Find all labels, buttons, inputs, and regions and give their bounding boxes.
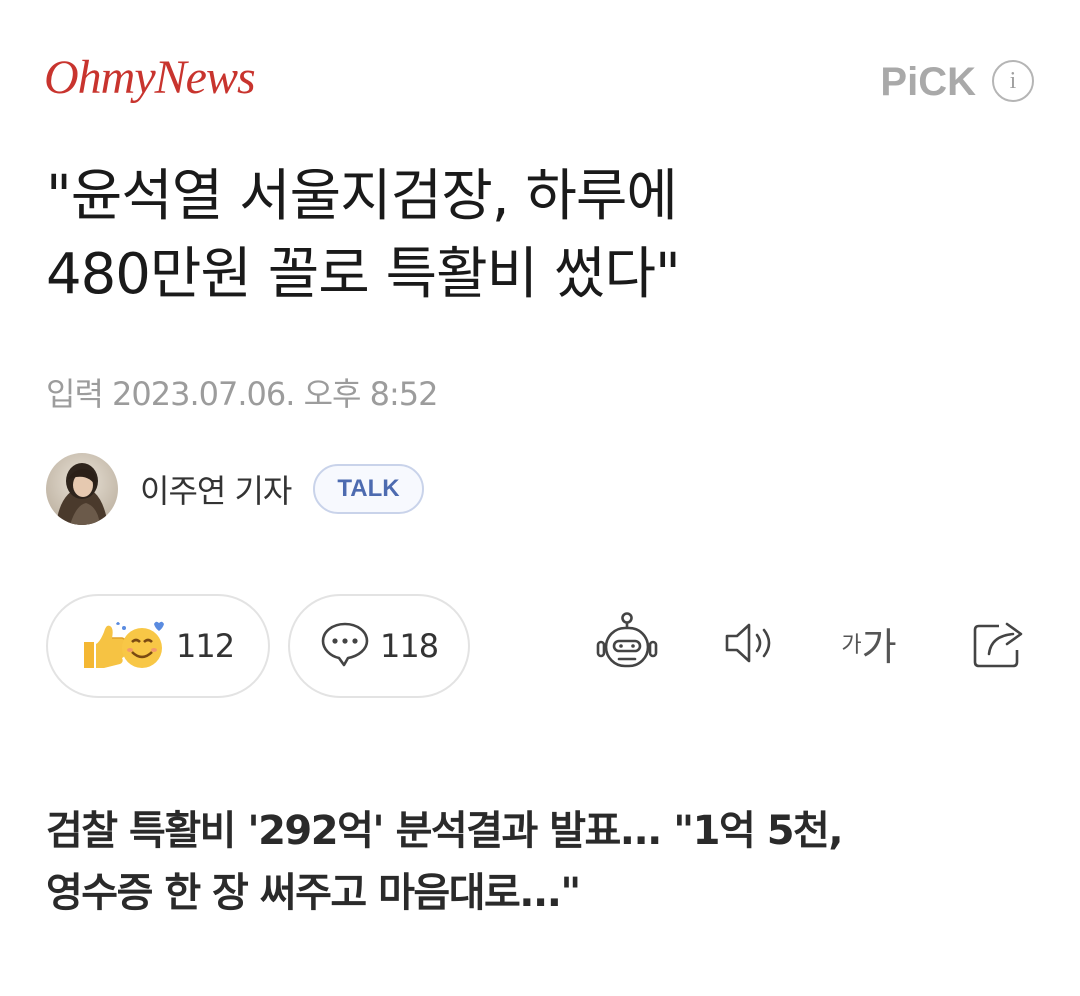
header-bar: OhmyNews PiCK i: [0, 0, 1080, 140]
article-subheading: 검찰 특활비 '292억' 분석결과 발표... "1억 5천, 영수증 한 장…: [46, 800, 1046, 924]
author-name[interactable]: 이주연 기자: [140, 466, 292, 512]
font-size-icon[interactable]: 가가: [834, 608, 904, 678]
author-row: 이주연 기자 TALK: [46, 453, 424, 525]
share-icon[interactable]: [964, 608, 1034, 678]
comment-button[interactable]: 118: [288, 594, 470, 698]
headline-line-2: 480만원 꼴로 특활비 썼다": [46, 242, 681, 307]
reaction-count: 112: [176, 627, 235, 665]
info-icon[interactable]: i: [992, 60, 1034, 102]
font-size-small-label: 가: [841, 633, 862, 658]
speech-bubble-icon: [320, 621, 370, 671]
author-avatar[interactable]: [46, 453, 118, 525]
thumbs-up-and-smile-emoji-icon: [78, 614, 166, 678]
talk-button[interactable]: TALK: [313, 464, 424, 514]
subheading-line-1: 검찰 특활비 '292억' 분석결과 발표... "1억 5천,: [46, 808, 844, 854]
headline-line-1: "윤석열 서울지검장, 하루에: [46, 164, 678, 229]
ohmynews-logo[interactable]: OhmyNews: [44, 48, 256, 108]
article-headline: "윤석열 서울지검장, 하루에 480만원 꼴로 특활비 썼다": [46, 158, 1036, 314]
pick-badge: PiCK: [880, 60, 976, 104]
reaction-button[interactable]: 112: [46, 594, 270, 698]
speaker-icon[interactable]: [716, 608, 786, 678]
robot-icon[interactable]: [592, 608, 662, 678]
subheading-line-2: 영수증 한 장 써주고 마음대로...": [46, 870, 581, 916]
publish-date: 입력 2023.07.06. 오후 8:52: [46, 375, 439, 413]
font-size-big-label: 가: [861, 624, 897, 669]
comment-count: 118: [380, 627, 439, 665]
